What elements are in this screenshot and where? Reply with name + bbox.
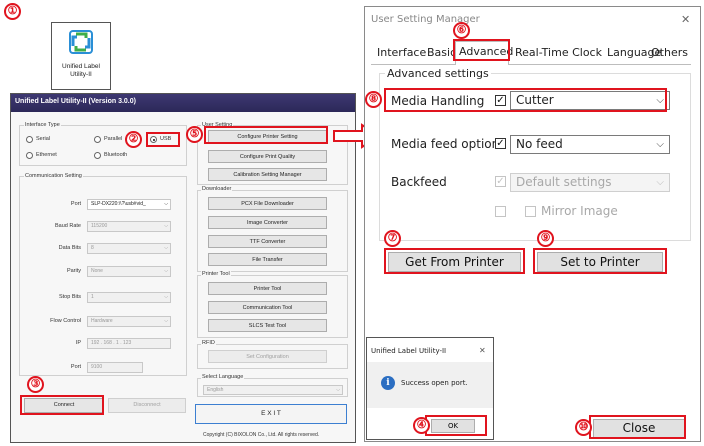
printer-tool-button[interactable]: Printer Tool <box>208 282 327 295</box>
chevron-down-icon: ⌵ <box>656 139 664 150</box>
step-marker-8: ⑧ <box>365 91 382 108</box>
ttf-converter-button[interactable]: TTF Converter <box>208 235 327 248</box>
backfeed-label: Backfeed <box>391 175 447 189</box>
ip-input[interactable]: 192 . 168 . 1 . 123 <box>87 338 171 349</box>
media-feed-select[interactable]: No feed ⌵ <box>510 135 670 154</box>
app-icon-tile[interactable]: Unified Label Utility-II <box>51 22 111 90</box>
tab-interface[interactable]: Interface <box>377 46 426 59</box>
baud-rate-select[interactable]: 115200 ⌵ <box>87 221 171 232</box>
step-marker-9: ⑨ <box>537 230 554 247</box>
step-marker-1: ① <box>4 3 21 20</box>
manager-close-icon[interactable]: ✕ <box>681 13 690 26</box>
downloader-title: Downloader <box>201 186 233 192</box>
highlight-get-from-printer <box>384 248 525 274</box>
highlight-usb <box>146 132 180 147</box>
port-select[interactable]: SLP-DX220:\\?\usb#vid_ ⌵ <box>87 199 171 210</box>
flow-control-label: Flow Control <box>50 318 81 324</box>
parity-label: Parity <box>66 268 81 274</box>
calibration-setting-manager-button[interactable]: Calibration Setting Manager <box>208 168 327 181</box>
parity-select[interactable]: None ⌵ <box>87 266 171 277</box>
step-marker-10: ⑩ <box>575 419 592 436</box>
slcs-test-tool-button[interactable]: SLCS Test Tool <box>208 319 327 332</box>
data-bits-label: Data Bits <box>58 245 81 251</box>
highlight-ok <box>425 415 487 436</box>
radio-parallel-label: Parallel <box>104 136 123 142</box>
stop-bits-label: Stop Bits <box>58 294 81 300</box>
image-converter-button[interactable]: Image Converter <box>208 216 327 229</box>
ip-label: IP <box>75 340 81 346</box>
tcp-port-label: Port <box>70 364 81 370</box>
highlight-configure-printer-setting <box>204 126 328 144</box>
highlight-close <box>589 415 686 439</box>
pcx-file-downloader-button[interactable]: PCX File Downloader <box>208 197 327 210</box>
step-marker-4: ④ <box>413 417 430 434</box>
mirror-image-checkbox[interactable] <box>525 206 536 217</box>
radio-bluetooth[interactable] <box>94 152 101 159</box>
highlight-media-handling <box>384 88 667 112</box>
utility-window: Unified Label Utility-II (Version 3.0.0)… <box>10 93 356 443</box>
utility-titlebar: Unified Label Utility-II (Version 3.0.0) <box>11 94 355 112</box>
tab-real-time-clock[interactable]: Real-Time Clock <box>515 46 602 59</box>
radio-ethernet[interactable] <box>26 152 33 159</box>
radio-serial-label: Serial <box>36 136 51 142</box>
highlight-advanced-tab <box>453 39 510 61</box>
success-message: Success open port. <box>401 379 468 387</box>
tab-others[interactable]: Others <box>651 46 688 59</box>
app-icon-label: Unified Label Utility-II <box>62 63 100 78</box>
flow-control-select[interactable]: Hardware ⌵ <box>87 316 171 327</box>
configure-print-quality-button[interactable]: Configure Print Quality <box>208 150 327 163</box>
highlight-set-to-printer <box>533 248 667 274</box>
step-marker-7: ⑦ <box>384 230 401 247</box>
language-title: Select Language <box>201 374 245 380</box>
backfeed-checkbox[interactable]: ✓ <box>495 176 506 187</box>
mirror-image-label: Mirror Image <box>541 204 618 218</box>
file-transfer-button[interactable]: File Transfer <box>208 253 327 266</box>
media-feed-checkbox[interactable]: ✓ <box>495 138 506 149</box>
exit-button[interactable]: E X I T <box>195 404 347 424</box>
stop-bits-select[interactable]: 1 ⌵ <box>87 292 171 303</box>
highlight-connect <box>20 395 104 415</box>
communication-tool-button[interactable]: Communication Tool <box>208 301 327 314</box>
step-marker-3: ③ <box>27 376 44 393</box>
advanced-settings-title: Advanced settings <box>385 67 491 80</box>
step-marker-2: ② <box>125 131 142 148</box>
backfeed-select[interactable]: Default settings ⌵ <box>510 173 670 192</box>
chevron-down-icon: ⌵ <box>656 177 664 188</box>
printer-tool-title: Printer Tool <box>201 271 231 277</box>
info-icon: i <box>381 376 395 390</box>
radio-ethernet-label: Ethernet <box>36 152 57 158</box>
radio-serial[interactable] <box>26 136 33 143</box>
baud-rate-label: Baud Rate <box>55 223 81 229</box>
interface-type-title: Interface Type <box>24 122 61 128</box>
media-feed-label: Media feed options <box>391 137 506 151</box>
utility-title: Unified Label Utility-II (Version 3.0.0) <box>15 98 136 105</box>
step-marker-6: ⑥ <box>453 22 470 39</box>
step-marker-5: ⑤ <box>186 126 203 143</box>
unified-label-utility-icon <box>69 30 93 54</box>
data-bits-select[interactable]: 8 ⌵ <box>87 243 171 254</box>
language-select[interactable]: English ⌵ <box>203 385 343 395</box>
rfid-title: RFID <box>201 340 216 346</box>
port-label: Port <box>70 201 81 207</box>
copyright-text: Copyright (C) BIXOLON Co., Ltd. All righ… <box>203 432 320 438</box>
success-dialog-title: Unified Label Utility-II <box>371 347 447 355</box>
tcp-port-input[interactable]: 9100 <box>87 362 143 373</box>
success-dialog-close-icon[interactable]: ✕ <box>479 346 486 355</box>
radio-parallel[interactable] <box>94 136 101 143</box>
disconnect-button[interactable]: Disconnect <box>108 398 186 413</box>
radio-bluetooth-label: Bluetooth <box>104 152 128 158</box>
tab-basic[interactable]: Basic <box>427 46 456 59</box>
set-configuration-button[interactable]: Set Configuration <box>208 350 327 363</box>
communication-title: Communication Setting <box>24 173 83 179</box>
mirror-enable-checkbox[interactable] <box>495 206 506 217</box>
